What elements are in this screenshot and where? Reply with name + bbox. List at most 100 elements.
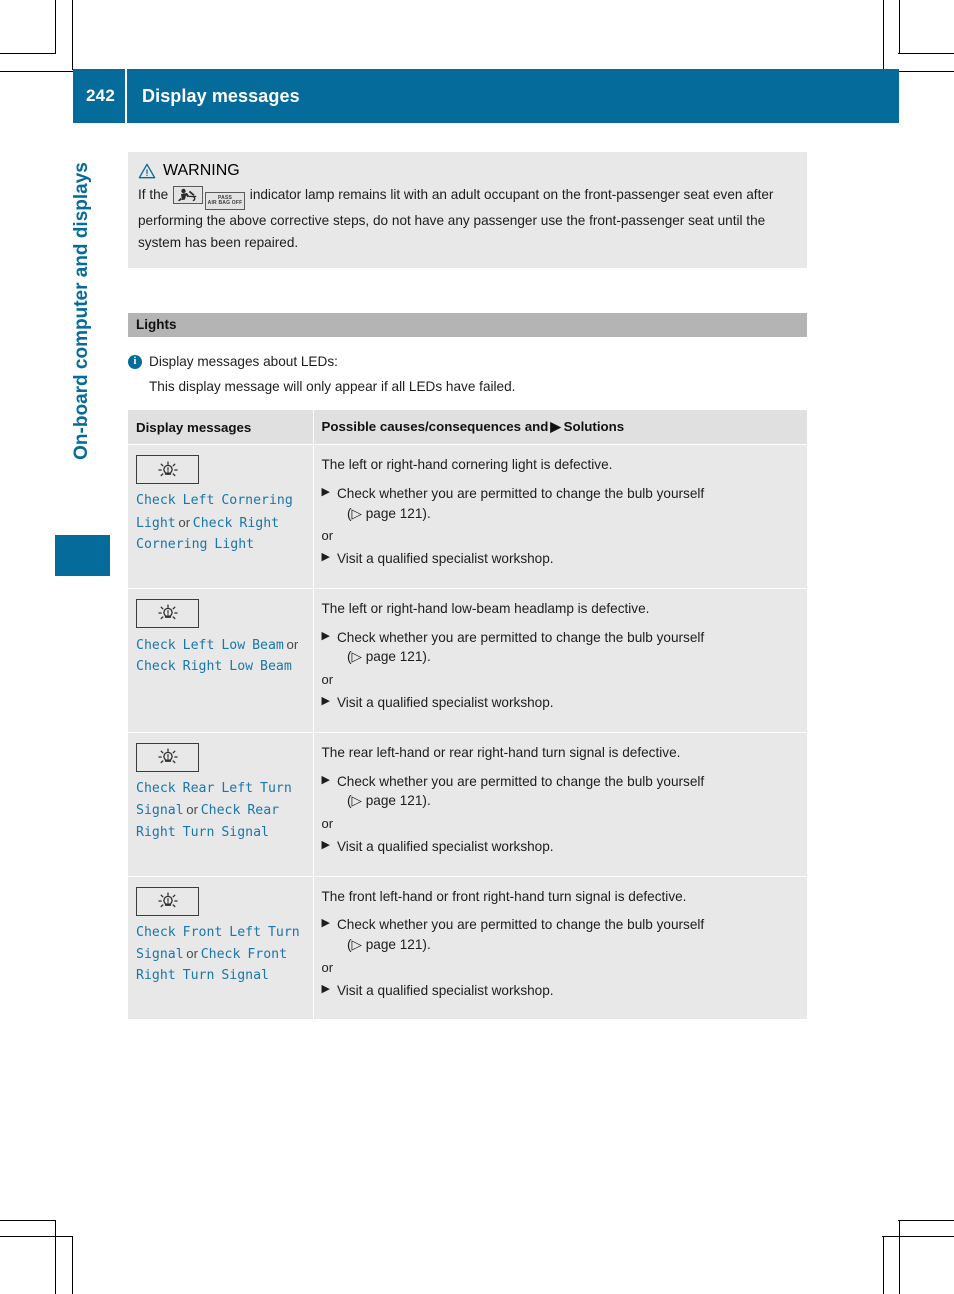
chapter-tab-marker (55, 535, 110, 576)
solution-item: ▶ Check whether you are permitted to chan… (322, 915, 800, 954)
crop-mark-top-left-inner (55, 0, 56, 54)
info-note-title: Display messages about LEDs: (149, 353, 338, 369)
bullet-arrow-icon: ▶ (321, 917, 330, 930)
solution-text: Check whether you are permitted to chang… (337, 772, 799, 811)
table-header-causes-text: Possible causes/consequences and (321, 419, 549, 435)
or-label: or (321, 528, 334, 544)
causes-solutions-cell: The front left-hand or front right-hand … (313, 876, 807, 1021)
bullet-arrow-icon: ▶ (321, 982, 330, 995)
solution-text: Check whether you are permitted to chang… (337, 915, 799, 954)
table-header-display-messages: Display messages (128, 410, 314, 446)
solution-item: ▶ Check whether you are permitted to chan… (322, 628, 800, 667)
crop-mark-top-right-outer (883, 0, 884, 70)
page-reference[interactable]: (▷ page 121). (337, 647, 799, 667)
manual-page: 242 Display messages On-board computer a… (0, 0, 954, 1294)
cause-text: The front left-hand or front right-hand … (321, 888, 687, 904)
pass-airbag-off-line2: AIR BAG OFF (207, 200, 243, 206)
bullet-arrow-icon: ▶ (321, 773, 330, 786)
solution-item: ▶ Check whether you are permitted to chan… (322, 772, 800, 811)
info-icon: i (128, 354, 142, 369)
bullet-arrow-icon: ▶ (321, 551, 330, 564)
info-note: i Display messages about LEDs: This disp… (128, 352, 807, 394)
page-number: 242 (86, 86, 115, 105)
crop-mark-bottom-left-h1 (0, 1220, 56, 1221)
crop-mark-bottom-left-outer (72, 1236, 73, 1294)
bulb-warning-icon (136, 886, 199, 916)
bulb-warning-icon (136, 742, 199, 772)
section-heading: Lights (128, 312, 807, 337)
display-message-cell: Check Front Left Turn Signal or Check Fr… (128, 876, 314, 1021)
warning-triangle-icon (138, 163, 156, 179)
crop-mark-top-left-h1 (0, 53, 56, 54)
bulb-warning-icon (136, 598, 199, 628)
bullet-arrow-icon: ▶ (321, 485, 330, 498)
cause-text: The left or right-hand cornering light i… (321, 457, 613, 473)
bulb-warning-icon (136, 455, 199, 485)
display-message-cell: Check Left Cornering Light or Check Righ… (128, 444, 314, 589)
crop-mark-top-left-h2 (0, 71, 73, 72)
page-reference[interactable]: (▷ page 121). (337, 935, 799, 955)
solution-item: ▶ Visit a qualified specialist workshop. (322, 981, 800, 1001)
table-row: Check Left Low Beam or Check Right Low B… (128, 588, 807, 733)
page-reference[interactable]: (▷ page 121). (337, 504, 799, 524)
display-message-text: Check Left Cornering Light or Check Righ… (136, 490, 305, 555)
crop-mark-bottom-right-h1 (898, 1220, 954, 1221)
bullet-arrow-icon: ▶ (321, 629, 330, 642)
solutions-arrow-icon: ▶ (550, 419, 561, 435)
crop-mark-bottom-left-inner (55, 1220, 56, 1294)
warning-text: If the PASS AIR BAG OFF indicator lamp r… (138, 184, 795, 254)
solution-item: ▶ Visit a qualified specialist workshop. (322, 549, 800, 569)
message-separator: or (175, 514, 193, 530)
airbag-off-icon (173, 186, 204, 204)
bullet-arrow-icon: ▶ (321, 838, 330, 851)
solution-text: Visit a qualified specialist workshop. (336, 695, 554, 711)
warning-header: WARNING (138, 162, 795, 180)
crop-mark-bottom-right-outer (883, 1236, 884, 1294)
causes-solutions-cell: The rear left-hand or rear right-hand tu… (313, 732, 807, 877)
solution-item: ▶ Check whether you are permitted to chan… (322, 484, 800, 523)
page-header: 242 Display messages (73, 69, 899, 123)
crop-mark-bottom-right-inner (899, 1220, 900, 1294)
or-label: or (321, 672, 334, 688)
message-separator: or (183, 945, 201, 961)
warning-label: WARNING (163, 162, 240, 179)
solution-text: Check whether you are permitted to chang… (337, 628, 799, 667)
or-label: or (321, 959, 334, 975)
solution-text: Visit a qualified specialist workshop. (336, 838, 554, 854)
warning-text-before: If the (138, 187, 169, 202)
crop-mark-bottom-left-h2 (0, 1236, 73, 1237)
page-title: Display messages (142, 85, 300, 106)
crop-mark-top-left-outer (72, 0, 73, 70)
table-row: Check Left Cornering Light or Check Righ… (128, 444, 807, 589)
warning-box: WARNING If the PASS AIR BAG OFF indicato… (128, 152, 807, 268)
table-header-row: Display messages Possible causes/consequ… (128, 410, 807, 446)
table-header-solutions-text: Solutions (563, 419, 625, 435)
cause-text: The rear left-hand or rear right-hand tu… (321, 744, 681, 760)
display-message-text: Check Rear Left Turn Signal or Check Rea… (136, 778, 305, 843)
or-label: or (321, 815, 334, 831)
solution-text: Visit a qualified specialist workshop. (336, 982, 554, 998)
info-note-line: i Display messages about LEDs: (128, 352, 807, 372)
crop-mark-top-right-h1 (898, 53, 954, 54)
message-code: Check Right Low Beam (136, 659, 292, 675)
table-row: Check Front Left Turn Signal or Check Fr… (128, 876, 807, 1021)
message-separator: or (283, 636, 299, 652)
crop-mark-bottom-right-h2 (882, 1236, 954, 1237)
message-code: Check Left Low Beam (136, 637, 284, 653)
solution-text: Visit a qualified specialist workshop. (336, 551, 554, 567)
page-reference[interactable]: (▷ page 121). (337, 791, 799, 811)
message-separator: or (183, 802, 201, 818)
display-messages-table: Display messages Possible causes/consequ… (128, 410, 807, 1021)
display-message-text: Check Left Low Beam or Check Right Low B… (136, 634, 305, 678)
cause-text: The left or right-hand low-beam headlamp… (321, 600, 650, 616)
chapter-tab-label: On-board computer and displays (71, 162, 92, 460)
crop-mark-top-right-inner (899, 0, 900, 54)
solution-item: ▶ Visit a qualified specialist workshop. (322, 693, 800, 713)
causes-solutions-cell: The left or right-hand cornering light i… (313, 444, 807, 589)
pass-airbag-off-icon: PASS AIR BAG OFF (205, 191, 246, 210)
solution-item: ▶ Visit a qualified specialist workshop. (322, 837, 800, 857)
display-message-text: Check Front Left Turn Signal or Check Fr… (136, 922, 305, 987)
table-body: Check Left Cornering Light or Check Righ… (128, 444, 807, 1021)
display-message-cell: Check Left Low Beam or Check Right Low B… (128, 588, 314, 733)
info-note-body: This display message will only appear if… (149, 379, 516, 395)
